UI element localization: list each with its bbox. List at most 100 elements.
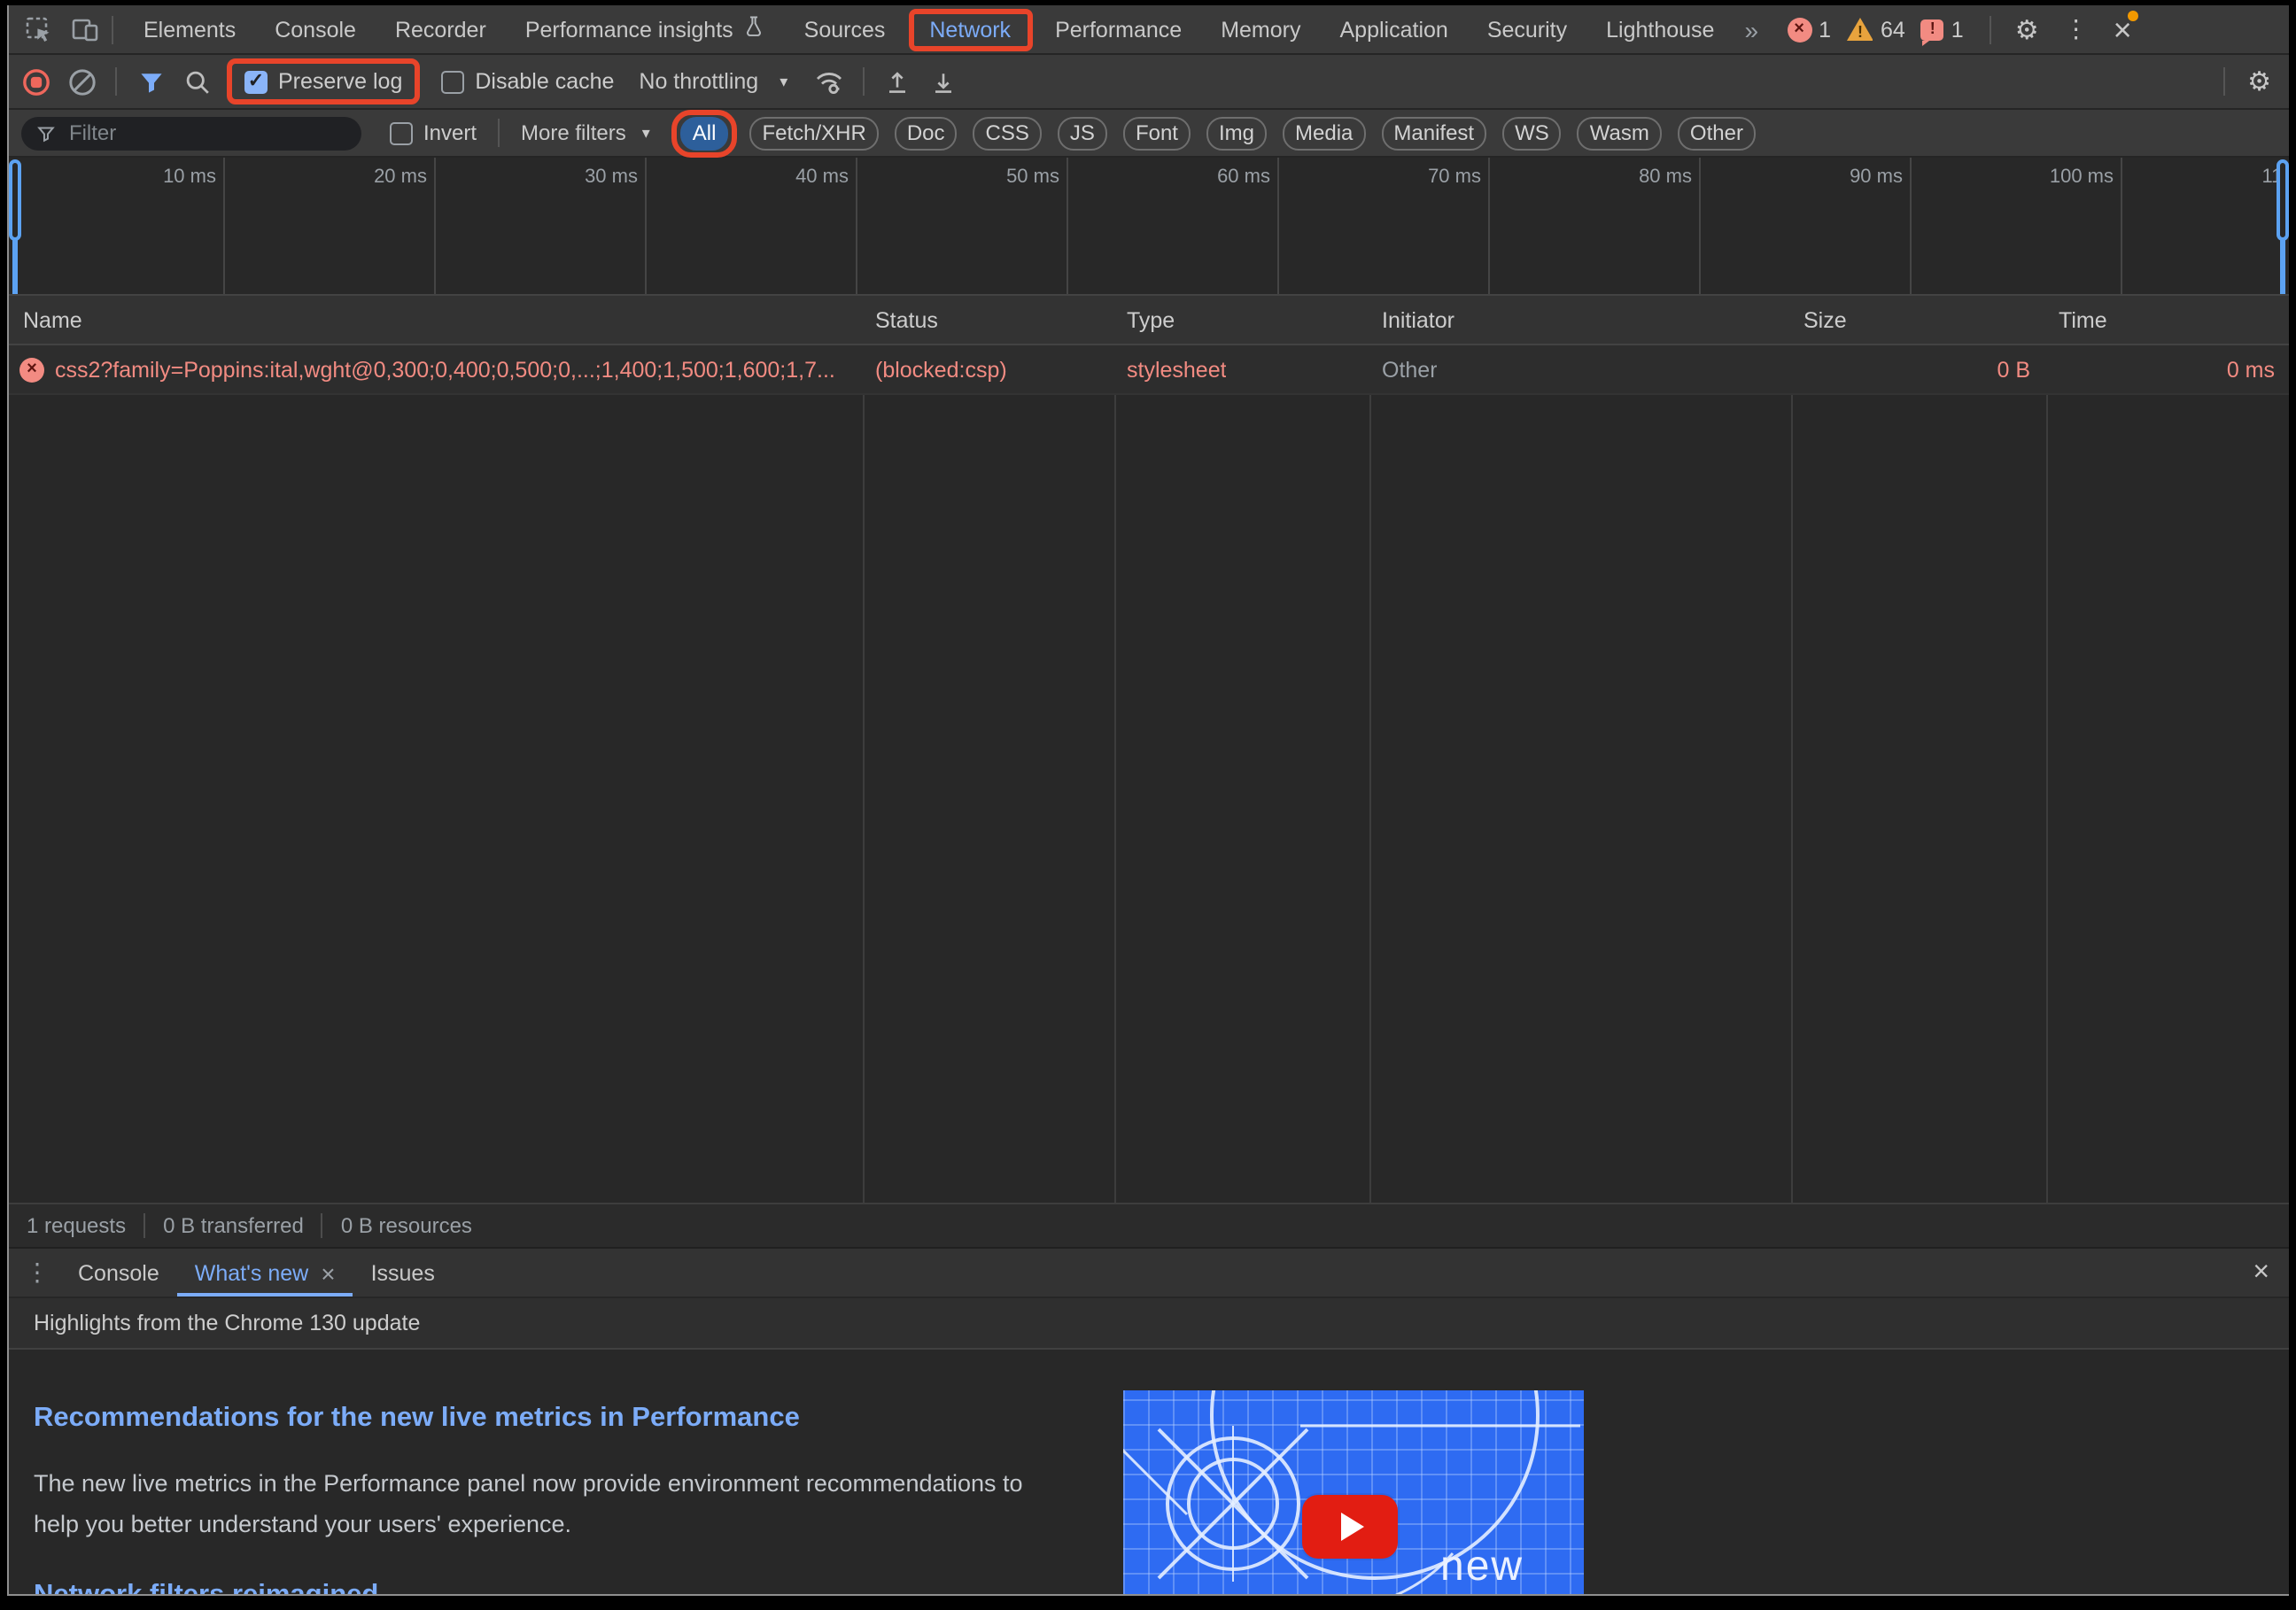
filter-type-css[interactable]: CSS bbox=[973, 116, 1042, 150]
network-conditions-icon[interactable] bbox=[805, 55, 851, 108]
video-thumbnail[interactable]: new bbox=[1123, 1390, 1584, 1594]
requests-table: Name Status Type Initiator Size Time × c… bbox=[9, 296, 2289, 1203]
filter-type-fetch-xhr[interactable]: Fetch/XHR bbox=[749, 116, 878, 150]
whats-new-header: Highlights from the Chrome 130 update bbox=[9, 1298, 2289, 1350]
column-divider[interactable] bbox=[1791, 296, 1793, 1203]
import-har-icon[interactable] bbox=[874, 55, 920, 108]
overview-left-grip-line bbox=[12, 237, 18, 294]
drawer-tab-bar: ⋮ Console What's new × Issues × bbox=[9, 1247, 2289, 1298]
filter-type-doc[interactable]: Doc bbox=[895, 116, 958, 150]
main-menu-icon[interactable]: ⋮ bbox=[2052, 5, 2101, 53]
filter-funnel-icon[interactable] bbox=[128, 55, 174, 108]
tab-performance-insights[interactable]: Performance insights bbox=[506, 5, 785, 53]
column-header-size[interactable]: Size bbox=[1803, 296, 1847, 345]
column-header-type[interactable]: Type bbox=[1127, 296, 1175, 345]
overview-right-grip[interactable] bbox=[2277, 159, 2289, 241]
throttling-value: No throttling bbox=[639, 69, 758, 94]
update-available-dot bbox=[2129, 11, 2139, 21]
warning-badge[interactable]: ! 64 bbox=[1847, 17, 1905, 42]
timeline-tick: 10 ms bbox=[9, 158, 225, 294]
column-header-name[interactable]: Name bbox=[23, 296, 82, 345]
article-body: The new live metrics in the Performance … bbox=[34, 1463, 1043, 1544]
drawer-tab-whats-new[interactable]: What's new × bbox=[177, 1249, 353, 1297]
request-initiator-cell[interactable]: Other bbox=[1382, 345, 1438, 395]
issues-icon: ! bbox=[1921, 19, 1944, 40]
filter-type-manifest[interactable]: Manifest bbox=[1381, 116, 1486, 150]
inspect-element-icon[interactable] bbox=[23, 13, 55, 45]
tab-lighthouse[interactable]: Lighthouse bbox=[1586, 5, 1734, 53]
drawer-menu-icon[interactable]: ⋮ bbox=[9, 1249, 60, 1297]
drawer-tab-console[interactable]: Console bbox=[60, 1249, 177, 1297]
device-toolbar-icon[interactable] bbox=[69, 13, 101, 45]
whats-new-content: Recommendations for the new live metrics… bbox=[9, 1350, 2289, 1594]
divider bbox=[112, 15, 113, 43]
table-row[interactable]: × css2?family=Poppins:ital,wght@0,300;0,… bbox=[9, 345, 2289, 395]
filter-type-ws[interactable]: WS bbox=[1502, 116, 1562, 150]
column-divider[interactable] bbox=[1114, 296, 1116, 1203]
throttling-select[interactable]: No throttling ▾ bbox=[639, 69, 787, 94]
column-header-time[interactable]: Time bbox=[2059, 296, 2107, 345]
invert-checkbox[interactable]: Invert bbox=[390, 120, 477, 145]
tab-console[interactable]: Console bbox=[255, 5, 376, 53]
request-name-cell[interactable]: × css2?family=Poppins:ital,wght@0,300;0,… bbox=[19, 345, 856, 395]
chevron-down-icon: ▾ bbox=[642, 123, 650, 143]
tab-sources[interactable]: Sources bbox=[785, 5, 905, 53]
filter-type-wasm[interactable]: Wasm bbox=[1578, 116, 1662, 150]
overview-right-grip-line bbox=[2280, 237, 2285, 294]
more-tabs-icon[interactable]: » bbox=[1734, 15, 1769, 43]
resources-size: 0 B resources bbox=[341, 1213, 472, 1238]
tab-application[interactable]: Application bbox=[1321, 5, 1468, 53]
divider bbox=[144, 1213, 145, 1238]
tab-recorder[interactable]: Recorder bbox=[376, 5, 506, 53]
tab-security[interactable]: Security bbox=[1468, 5, 1586, 53]
filter-type-all[interactable]: All bbox=[680, 116, 729, 150]
highlights-text: Highlights from the Chrome 130 update bbox=[34, 1311, 420, 1335]
settings-gear-icon[interactable]: ⚙ bbox=[2003, 5, 2052, 53]
preserve-log-checkbox[interactable]: ✓ Preserve log bbox=[244, 69, 402, 94]
error-badge[interactable]: × 1 bbox=[1787, 17, 1831, 42]
clear-network-log-icon[interactable] bbox=[58, 55, 105, 108]
filter-type-other[interactable]: Other bbox=[1678, 116, 1756, 150]
youtube-play-button[interactable] bbox=[1302, 1495, 1398, 1559]
tab-performance[interactable]: Performance bbox=[1036, 5, 1201, 53]
close-devtools-icon[interactable]: × bbox=[2101, 5, 2148, 53]
divider bbox=[862, 67, 864, 96]
filter-type-js[interactable]: JS bbox=[1058, 116, 1107, 150]
filter-type-font[interactable]: Font bbox=[1123, 116, 1191, 150]
filter-input-box[interactable] bbox=[21, 116, 361, 150]
more-filters-dropdown[interactable]: More filters ▾ bbox=[521, 120, 650, 145]
search-icon[interactable] bbox=[174, 55, 220, 108]
play-triangle-icon bbox=[1341, 1513, 1364, 1541]
tab-elements[interactable]: Elements bbox=[124, 5, 255, 53]
export-har-icon[interactable] bbox=[920, 55, 966, 108]
column-header-initiator[interactable]: Initiator bbox=[1382, 296, 1454, 345]
disable-cache-checkbox[interactable]: Disable cache bbox=[441, 69, 614, 94]
filter-type-media[interactable]: Media bbox=[1283, 116, 1365, 150]
thumbnail-new-text: new bbox=[1440, 1543, 1524, 1592]
timeline-tick: 50 ms bbox=[857, 158, 1068, 294]
timeline-tick: 100 ms bbox=[1912, 158, 2122, 294]
tab-network[interactable]: Network bbox=[926, 17, 1014, 42]
close-drawer-icon[interactable]: × bbox=[2240, 1249, 2289, 1297]
network-overview-timeline[interactable]: 10 ms 20 ms 30 ms 40 ms 50 ms 60 ms 70 m… bbox=[9, 158, 2289, 296]
column-divider[interactable] bbox=[1369, 296, 1371, 1203]
tab-memory[interactable]: Memory bbox=[1201, 5, 1320, 53]
timeline-tick: 70 ms bbox=[1279, 158, 1490, 294]
devtools-window: Elements Console Recorder Performance in… bbox=[0, 5, 2296, 1610]
column-divider[interactable] bbox=[2046, 296, 2048, 1203]
overview-left-grip[interactable] bbox=[9, 159, 21, 241]
column-header-status[interactable]: Status bbox=[875, 296, 938, 345]
column-divider[interactable] bbox=[863, 296, 865, 1203]
filter-type-img[interactable]: Img bbox=[1206, 116, 1267, 150]
devtools-panel: Elements Console Recorder Performance in… bbox=[7, 5, 2289, 1596]
close-tab-icon[interactable]: × bbox=[321, 1258, 335, 1287]
record-network-log-icon[interactable] bbox=[12, 55, 58, 108]
filter-input[interactable] bbox=[66, 119, 345, 147]
network-settings-gear-icon[interactable]: ⚙ bbox=[2235, 55, 2289, 108]
more-filters-label: More filters bbox=[521, 120, 626, 145]
issues-badge[interactable]: ! 1 bbox=[1921, 17, 1964, 42]
preserve-log-label: Preserve log bbox=[278, 69, 402, 94]
divider bbox=[115, 67, 117, 96]
divider bbox=[2222, 67, 2224, 96]
drawer-tab-issues[interactable]: Issues bbox=[353, 1249, 453, 1297]
